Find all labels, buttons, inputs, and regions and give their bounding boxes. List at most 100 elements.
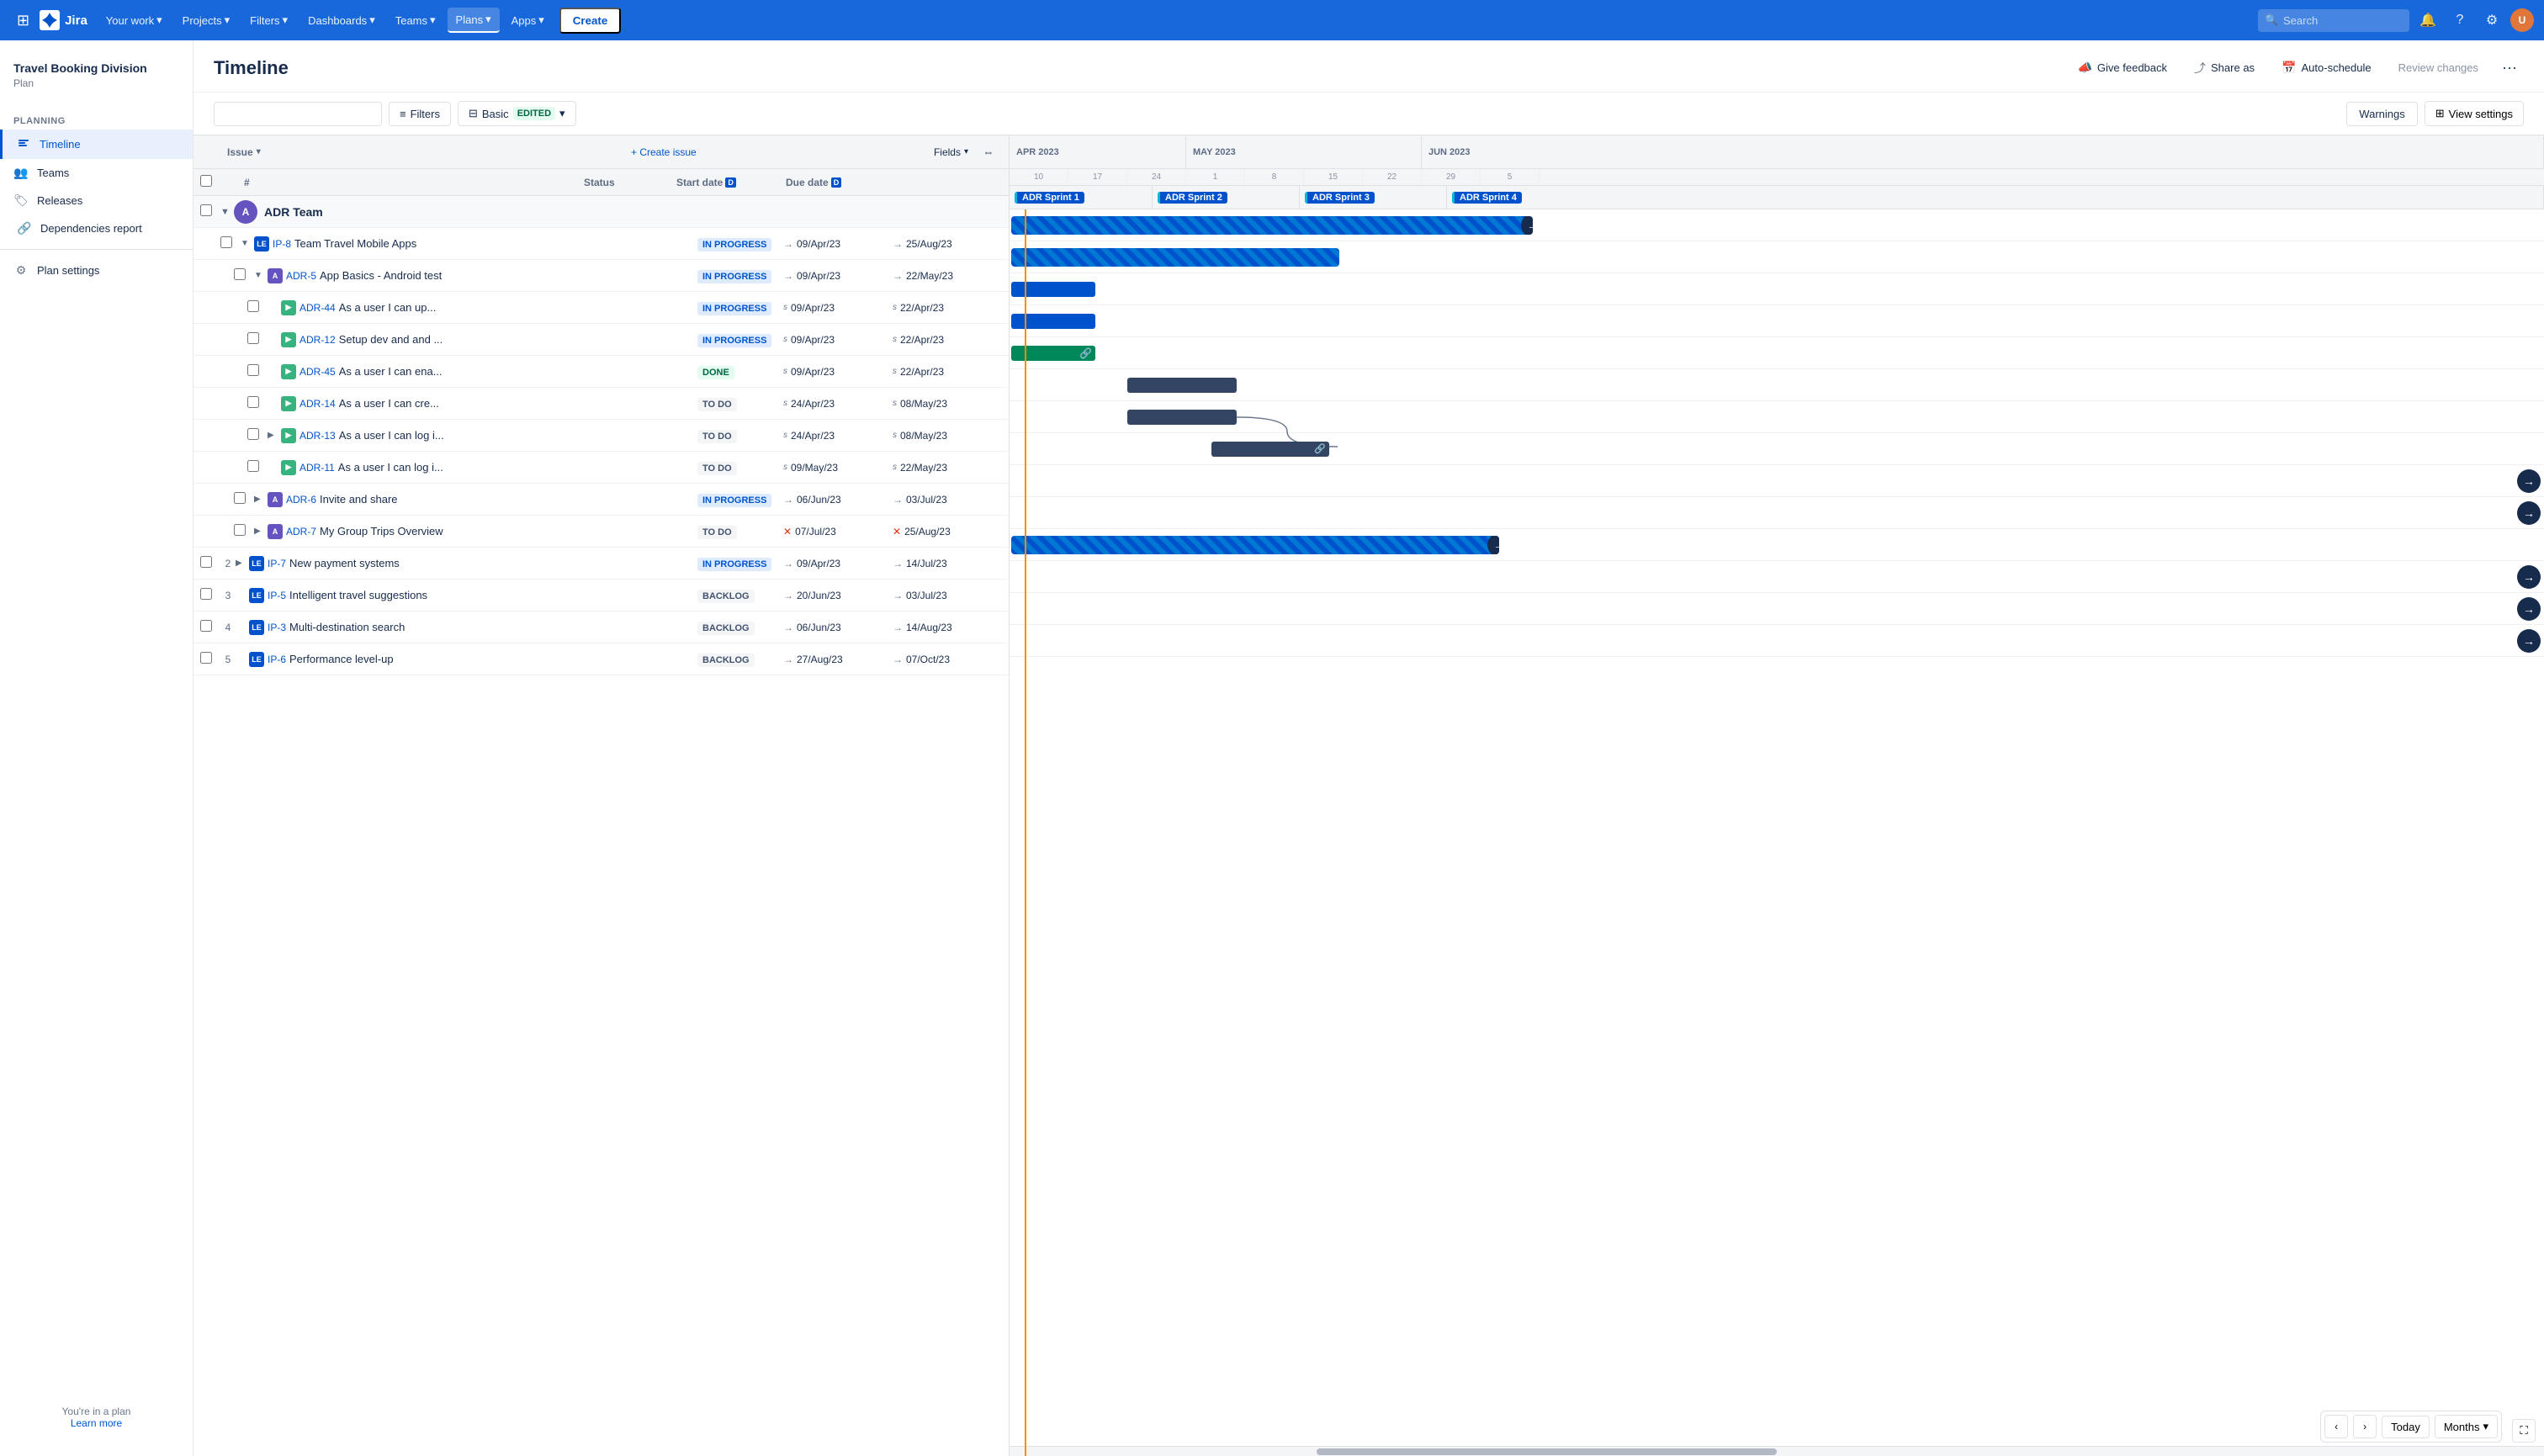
gantt-prev-button[interactable]: ‹	[2324, 1415, 2348, 1438]
warnings-button[interactable]: Warnings	[2346, 102, 2417, 126]
row-title[interactable]: Team Travel Mobile Apps	[294, 237, 691, 250]
group-collapse-icon[interactable]: ▼	[220, 207, 234, 217]
auto-schedule-button[interactable]: 📅 Auto-schedule	[2271, 56, 2382, 80]
row-checkbox[interactable]	[247, 460, 259, 472]
gantt-bar[interactable]	[1127, 410, 1237, 425]
fullscreen-button[interactable]: ⛶	[2512, 1419, 2536, 1443]
gantt-bar[interactable]: 🔗	[1011, 346, 1095, 361]
create-button[interactable]: Create	[559, 8, 622, 34]
help-icon[interactable]: ?	[2446, 7, 2473, 34]
row-id[interactable]: ADR-5	[286, 270, 316, 282]
row-checkbox[interactable]	[247, 364, 259, 376]
row-checkbox[interactable]	[200, 620, 212, 632]
notifications-icon[interactable]: 🔔	[2414, 7, 2441, 34]
row-id[interactable]: ADR-13	[299, 430, 336, 442]
learn-more-link[interactable]: Learn more	[71, 1417, 122, 1429]
row-checkbox[interactable]	[200, 652, 212, 664]
sidebar-item-teams[interactable]: 👥 Teams	[0, 159, 193, 187]
row-id[interactable]: IP-8	[273, 238, 291, 250]
nav-your-work[interactable]: Your work▾	[98, 8, 171, 32]
sidebar-item-timeline[interactable]: Timeline	[0, 130, 193, 159]
scrollbar-thumb[interactable]	[1317, 1448, 1777, 1455]
gantt-bar[interactable]: →	[1011, 216, 1533, 235]
row-checkbox[interactable]	[247, 396, 259, 408]
gantt-bar[interactable]	[1011, 314, 1095, 329]
row-expand-icon[interactable]: ▼	[241, 239, 254, 248]
jira-logo[interactable]: Jira	[40, 10, 87, 30]
filters-button[interactable]: ≡ Filters	[389, 102, 451, 126]
row-title[interactable]: As a user I can cre...	[339, 397, 691, 410]
avatar[interactable]: U	[2510, 8, 2534, 32]
row-expand-icon[interactable]: ▶	[236, 559, 249, 568]
row-title[interactable]: As a user I can up...	[339, 301, 691, 314]
gantt-bar[interactable]	[1011, 248, 1339, 267]
nav-filters[interactable]: Filters▾	[241, 8, 296, 32]
view-settings-button[interactable]: ⊞ View settings	[2425, 101, 2524, 126]
row-checkbox[interactable]	[234, 268, 246, 280]
nav-plans[interactable]: Plans▾	[448, 8, 500, 33]
row-title[interactable]: New payment systems	[289, 557, 691, 569]
row-title[interactable]: Performance level-up	[289, 653, 691, 665]
row-id[interactable]: IP-5	[268, 590, 286, 601]
search-input[interactable]	[2258, 9, 2409, 32]
row-id[interactable]: ADR-7	[286, 526, 316, 537]
row-title[interactable]: Multi-destination search	[289, 621, 691, 633]
row-id[interactable]: IP-7	[268, 558, 286, 569]
row-title[interactable]: My Group Trips Overview	[320, 525, 691, 537]
row-title[interactable]: Invite and share	[320, 493, 691, 506]
row-title[interactable]: Intelligent travel suggestions	[289, 589, 691, 601]
row-checkbox[interactable]	[247, 332, 259, 344]
row-title[interactable]: As a user I can ena...	[339, 365, 691, 378]
more-options-button[interactable]: ···	[2495, 54, 2524, 82]
gantt-bar[interactable]: 🔗	[1211, 442, 1329, 457]
row-id[interactable]: ADR-14	[299, 398, 336, 410]
row-title[interactable]: App Basics - Android test	[320, 269, 691, 282]
gantt-next-button[interactable]: ›	[2353, 1415, 2377, 1438]
gantt-months-dropdown[interactable]: Months ▾	[2435, 1415, 2498, 1438]
basic-dropdown-button[interactable]: ⊟ Basic EDITED ▾	[458, 101, 576, 126]
resize-icon[interactable]: ⇔	[975, 146, 1002, 158]
group-checkbox[interactable]	[200, 204, 212, 216]
nav-projects[interactable]: Projects▾	[174, 8, 239, 32]
row-checkbox[interactable]	[220, 236, 232, 248]
th-issue[interactable]: Issue ▾	[220, 146, 624, 158]
row-id[interactable]: ADR-45	[299, 366, 336, 378]
row-title[interactable]: As a user I can log i...	[338, 461, 691, 474]
row-id[interactable]: ADR-44	[299, 302, 336, 314]
row-id[interactable]: ADR-12	[299, 334, 336, 346]
scrollbar[interactable]	[1010, 1446, 2544, 1456]
nav-teams[interactable]: Teams▾	[387, 8, 444, 32]
create-issue-button[interactable]: + Create issue	[624, 146, 703, 158]
gantt-bar[interactable]: →	[1011, 536, 1499, 554]
row-checkbox[interactable]	[200, 556, 212, 568]
nav-apps[interactable]: Apps▾	[503, 8, 553, 32]
row-checkbox[interactable]	[247, 300, 259, 312]
select-all-checkbox[interactable]	[200, 175, 212, 187]
toolbar-search-input[interactable]	[214, 102, 382, 126]
row-checkbox[interactable]	[234, 524, 246, 536]
row-id[interactable]: IP-6	[268, 654, 286, 665]
grid-icon[interactable]: ⊞	[10, 5, 36, 36]
row-expand-icon[interactable]: ▶	[254, 495, 268, 504]
row-checkbox[interactable]	[200, 588, 212, 600]
row-id[interactable]: IP-3	[268, 622, 286, 633]
row-expand-icon[interactable]: ▶	[268, 431, 281, 440]
row-checkbox[interactable]	[247, 428, 259, 440]
sidebar-item-dependencies[interactable]: 🔗 Dependencies report	[0, 214, 193, 242]
settings-icon[interactable]: ⚙	[2478, 7, 2505, 34]
gantt-today-button[interactable]: Today	[2382, 1416, 2430, 1438]
row-title[interactable]: As a user I can log i...	[339, 429, 691, 442]
row-expand-icon[interactable]: ▶	[254, 527, 268, 536]
gantt-bar[interactable]	[1011, 282, 1095, 297]
row-checkbox[interactable]	[234, 492, 246, 504]
sidebar-item-releases[interactable]: 🏷 Releases	[0, 187, 193, 214]
share-as-button[interactable]: ⤴ Share as	[2184, 55, 2265, 82]
th-fields[interactable]: Fields ▾	[927, 146, 975, 158]
row-id[interactable]: ADR-6	[286, 494, 316, 506]
sidebar-item-plan-settings[interactable]: ⚙ Plan settings	[0, 257, 193, 284]
row-expand-icon[interactable]: ▼	[254, 271, 268, 280]
review-changes-button[interactable]: Review changes	[2388, 56, 2488, 79]
gantt-bar[interactable]	[1127, 378, 1237, 393]
row-id[interactable]: ADR-11	[299, 462, 335, 474]
nav-dashboards[interactable]: Dashboards▾	[299, 8, 384, 32]
